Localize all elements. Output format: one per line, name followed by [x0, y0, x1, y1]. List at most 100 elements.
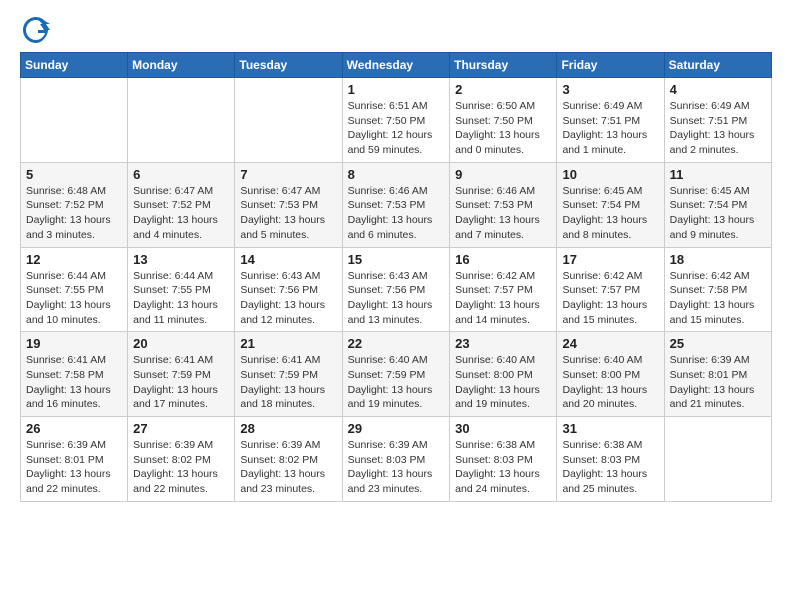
day-info: Sunrise: 6:49 AMSunset: 7:51 PMDaylight:…: [562, 99, 658, 158]
calendar-cell: 15Sunrise: 6:43 AMSunset: 7:56 PMDayligh…: [342, 247, 450, 332]
day-info: Sunrise: 6:42 AMSunset: 7:57 PMDaylight:…: [455, 269, 551, 328]
weekday-header: Thursday: [450, 53, 557, 78]
calendar-cell: 5Sunrise: 6:48 AMSunset: 7:52 PMDaylight…: [21, 162, 128, 247]
calendar-cell: 11 Sunrise: 6:45 AMSunset: 7:54 PMDayligh…: [664, 162, 771, 247]
day-info: Sunrise: 6:40 AMSunset: 8:00 PMDaylight:…: [562, 353, 658, 412]
calendar-cell: 10 Sunrise: 6:45 AMSunset: 7:54 PMDayligh…: [557, 162, 664, 247]
calendar-cell: 2Sunrise: 6:50 AMSunset: 7:50 PMDaylight…: [450, 78, 557, 163]
calendar-week-row: 1 Sunrise: 6:51 AMSunset: 7:50 PMDaylight…: [21, 78, 772, 163]
weekday-header: Tuesday: [235, 53, 342, 78]
calendar-cell: 31 Sunrise: 6:38 AMSunset: 8:03 PMDayligh…: [557, 417, 664, 502]
calendar-week-row: 19 Sunrise: 6:41 AMSunset: 7:58 PMDayligh…: [21, 332, 772, 417]
day-number: 18: [670, 252, 766, 267]
calendar-cell: 14Sunrise: 6:43 AMSunset: 7:56 PMDayligh…: [235, 247, 342, 332]
day-info: Sunrise: 6:40 AMSunset: 7:59 PMDaylight:…: [348, 353, 445, 412]
day-info: Sunrise: 6:38 AMSunset: 8:03 PMDaylight:…: [562, 438, 658, 497]
day-info: Sunrise: 6:50 AMSunset: 7:50 PMDaylight:…: [455, 99, 551, 158]
day-number: 28: [240, 421, 336, 436]
calendar-cell: 27Sunrise: 6:39 AMSunset: 8:02 PMDayligh…: [128, 417, 235, 502]
day-info: Sunrise: 6:47 AMSunset: 7:52 PMDaylight:…: [133, 184, 229, 243]
day-info: Sunrise: 6:47 AMSunset: 7:53 PMDaylight:…: [240, 184, 336, 243]
day-info: Sunrise: 6:44 AMSunset: 7:55 PMDaylight:…: [133, 269, 229, 328]
calendar-cell: 28 Sunrise: 6:39 AMSunset: 8:02 PMDayligh…: [235, 417, 342, 502]
calendar-cell: 21 Sunrise: 6:41 AMSunset: 7:59 PMDayligh…: [235, 332, 342, 417]
day-info: Sunrise: 6:39 AMSunset: 8:02 PMDaylight:…: [133, 438, 229, 497]
calendar-cell: 6 Sunrise: 6:47 AMSunset: 7:52 PMDaylight…: [128, 162, 235, 247]
calendar-cell: 20 Sunrise: 6:41 AMSunset: 7:59 PMDayligh…: [128, 332, 235, 417]
day-info: Sunrise: 6:39 AMSunset: 8:03 PMDaylight:…: [348, 438, 445, 497]
weekday-header: Wednesday: [342, 53, 450, 78]
calendar-cell: 3 Sunrise: 6:49 AMSunset: 7:51 PMDaylight…: [557, 78, 664, 163]
day-number: 7: [240, 167, 336, 182]
calendar-cell: 22 Sunrise: 6:40 AMSunset: 7:59 PMDayligh…: [342, 332, 450, 417]
day-number: 3: [562, 82, 658, 97]
day-number: 13: [133, 252, 229, 267]
calendar-cell: [21, 78, 128, 163]
day-info: Sunrise: 6:41 AMSunset: 7:59 PMDaylight:…: [240, 353, 336, 412]
weekday-header: Friday: [557, 53, 664, 78]
day-info: Sunrise: 6:41 AMSunset: 7:58 PMDaylight:…: [26, 353, 122, 412]
day-info: Sunrise: 6:44 AMSunset: 7:55 PMDaylight:…: [26, 269, 122, 328]
day-number: 23: [455, 336, 551, 351]
day-number: 21: [240, 336, 336, 351]
day-info: Sunrise: 6:42 AMSunset: 7:58 PMDaylight:…: [670, 269, 766, 328]
day-number: 5: [26, 167, 122, 182]
day-number: 24: [562, 336, 658, 351]
day-number: 17: [562, 252, 658, 267]
day-info: Sunrise: 6:49 AMSunset: 7:51 PMDaylight:…: [670, 99, 766, 158]
day-info: Sunrise: 6:39 AMSunset: 8:01 PMDaylight:…: [670, 353, 766, 412]
calendar-cell: 17 Sunrise: 6:42 AMSunset: 7:57 PMDayligh…: [557, 247, 664, 332]
day-number: 12: [26, 252, 122, 267]
calendar-cell: 8 Sunrise: 6:46 AMSunset: 7:53 PMDaylight…: [342, 162, 450, 247]
calendar-cell: 13 Sunrise: 6:44 AMSunset: 7:55 PMDayligh…: [128, 247, 235, 332]
calendar-week-row: 5Sunrise: 6:48 AMSunset: 7:52 PMDaylight…: [21, 162, 772, 247]
day-number: 30: [455, 421, 551, 436]
day-info: Sunrise: 6:46 AMSunset: 7:53 PMDaylight:…: [455, 184, 551, 243]
calendar-cell: 12 Sunrise: 6:44 AMSunset: 7:55 PMDayligh…: [21, 247, 128, 332]
day-number: 22: [348, 336, 445, 351]
day-info: Sunrise: 6:51 AMSunset: 7:50 PMDaylight:…: [348, 99, 445, 158]
day-number: 1: [348, 82, 445, 97]
logo: [20, 16, 50, 44]
calendar-cell: 19 Sunrise: 6:41 AMSunset: 7:58 PMDayligh…: [21, 332, 128, 417]
day-info: Sunrise: 6:46 AMSunset: 7:53 PMDaylight:…: [348, 184, 445, 243]
day-info: Sunrise: 6:39 AMSunset: 8:02 PMDaylight:…: [240, 438, 336, 497]
day-number: 14: [240, 252, 336, 267]
day-number: 19: [26, 336, 122, 351]
weekday-header: Monday: [128, 53, 235, 78]
day-info: Sunrise: 6:45 AMSunset: 7:54 PMDaylight:…: [562, 184, 658, 243]
calendar-cell: 7 Sunrise: 6:47 AMSunset: 7:53 PMDaylight…: [235, 162, 342, 247]
day-number: 11: [670, 167, 766, 182]
calendar-cell: 18 Sunrise: 6:42 AMSunset: 7:58 PMDayligh…: [664, 247, 771, 332]
calendar-cell: 25 Sunrise: 6:39 AMSunset: 8:01 PMDayligh…: [664, 332, 771, 417]
calendar-week-row: 12 Sunrise: 6:44 AMSunset: 7:55 PMDayligh…: [21, 247, 772, 332]
calendar-cell: [128, 78, 235, 163]
calendar-cell: 4 Sunrise: 6:49 AMSunset: 7:51 PMDaylight…: [664, 78, 771, 163]
day-number: 6: [133, 167, 229, 182]
day-number: 29: [348, 421, 445, 436]
day-number: 10: [562, 167, 658, 182]
calendar-cell: 29 Sunrise: 6:39 AMSunset: 8:03 PMDayligh…: [342, 417, 450, 502]
day-info: Sunrise: 6:39 AMSunset: 8:01 PMDaylight:…: [26, 438, 122, 497]
calendar-cell: [235, 78, 342, 163]
day-number: 8: [348, 167, 445, 182]
calendar-table: SundayMondayTuesdayWednesdayThursdayFrid…: [20, 52, 772, 502]
calendar-cell: 1 Sunrise: 6:51 AMSunset: 7:50 PMDaylight…: [342, 78, 450, 163]
day-number: 15: [348, 252, 445, 267]
day-info: Sunrise: 6:41 AMSunset: 7:59 PMDaylight:…: [133, 353, 229, 412]
calendar-cell: [664, 417, 771, 502]
weekday-header: Sunday: [21, 53, 128, 78]
day-info: Sunrise: 6:38 AMSunset: 8:03 PMDaylight:…: [455, 438, 551, 497]
logo-icon: [22, 16, 50, 44]
day-number: 31: [562, 421, 658, 436]
calendar-cell: 9Sunrise: 6:46 AMSunset: 7:53 PMDaylight…: [450, 162, 557, 247]
day-number: 26: [26, 421, 122, 436]
day-number: 25: [670, 336, 766, 351]
day-info: Sunrise: 6:40 AMSunset: 8:00 PMDaylight:…: [455, 353, 551, 412]
day-number: 20: [133, 336, 229, 351]
weekday-header-row: SundayMondayTuesdayWednesdayThursdayFrid…: [21, 53, 772, 78]
calendar-cell: 16Sunrise: 6:42 AMSunset: 7:57 PMDayligh…: [450, 247, 557, 332]
day-number: 4: [670, 82, 766, 97]
day-info: Sunrise: 6:45 AMSunset: 7:54 PMDaylight:…: [670, 184, 766, 243]
day-info: Sunrise: 6:42 AMSunset: 7:57 PMDaylight:…: [562, 269, 658, 328]
